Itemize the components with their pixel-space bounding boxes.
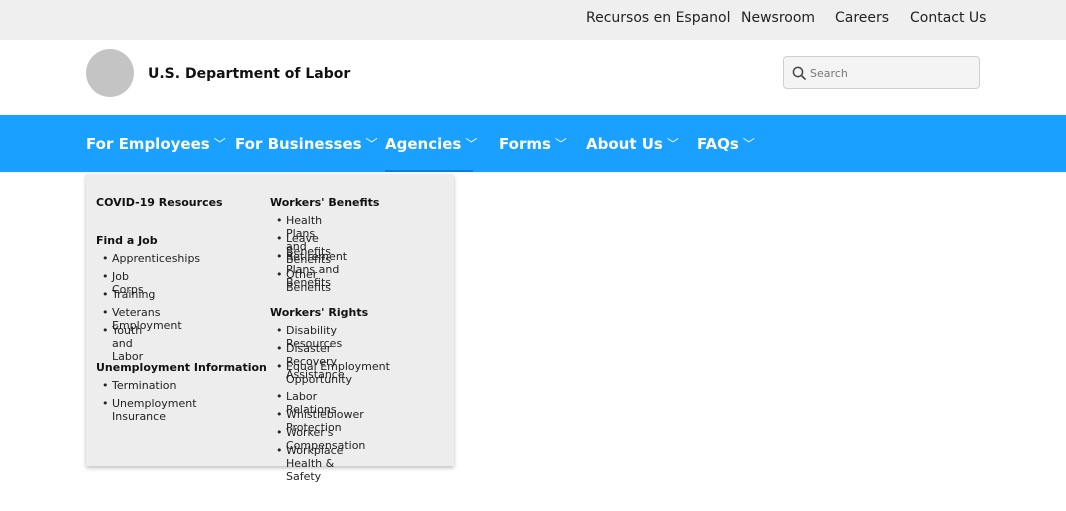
menu-item[interactable]: Other Benefits — [270, 268, 331, 294]
nav-forms[interactable]: Forms ﹀ — [499, 135, 567, 153]
menu-item[interactable]: Training — [96, 288, 155, 301]
search-input[interactable] — [810, 64, 970, 82]
menu-heading-workers-benefits[interactable]: Workers' Benefits — [270, 196, 379, 209]
main-nav: For Employees ﹀ For Businesses ﹀ Agencies ﹀… — [0, 115, 1066, 172]
menu-item[interactable]: Apprenticeships — [96, 252, 200, 265]
menu-heading-find-a-job[interactable]: Find a Job — [96, 234, 158, 247]
menu-item[interactable]: Youth and Labor — [96, 324, 143, 363]
menu-item[interactable]: Equal Employment Opportunity — [270, 360, 404, 386]
utility-link-recursos[interactable]: Recursos en Espanol — [586, 10, 731, 26]
agency-seal-logo[interactable] — [86, 49, 134, 97]
search-box[interactable] — [783, 56, 980, 89]
menu-heading-workers-rights[interactable]: Workers' Rights — [270, 306, 368, 319]
site-header: U.S. Department of Labor — [0, 40, 1066, 115]
chevron-down-icon: ﹀ — [742, 137, 755, 151]
chevron-down-icon: ﹀ — [554, 137, 567, 151]
nav-label: FAQs — [697, 135, 739, 153]
nav-agencies[interactable]: Agencies ﹀ — [385, 135, 477, 153]
site-title[interactable]: U.S. Department of Labor — [148, 66, 350, 82]
nav-for-businesses[interactable]: For Businesses ﹀ — [235, 135, 378, 153]
chevron-down-icon: ﹀ — [213, 137, 226, 151]
utility-link-careers[interactable]: Careers — [835, 10, 889, 26]
menu-item[interactable]: Termination — [96, 379, 177, 392]
nav-label: About Us — [586, 135, 663, 153]
utility-bar: Recursos en Espanol Newsroom Careers Con… — [0, 0, 1066, 40]
menu-heading-covid[interactable]: COVID-19 Resources — [96, 196, 223, 209]
nav-about-us[interactable]: About Us ﹀ — [586, 135, 679, 153]
chevron-down-icon: ﹀ — [666, 137, 679, 151]
nav-label: Agencies — [385, 135, 462, 153]
employees-dropdown-menu: COVID-19 Resources Find a Job Apprentice… — [86, 174, 454, 483]
menu-item[interactable]: Workplace Health & Safety — [270, 444, 343, 483]
active-nav-indicator — [385, 170, 473, 172]
nav-for-employees[interactable]: For Employees ﹀ — [86, 135, 226, 153]
utility-link-newsroom[interactable]: Newsroom — [741, 10, 815, 26]
chevron-down-icon: ﹀ — [465, 137, 478, 151]
utility-link-contact-us[interactable]: Contact Us — [910, 10, 986, 26]
nav-label: For Employees — [86, 135, 210, 153]
search-icon — [792, 66, 806, 80]
chevron-down-icon: ﹀ — [365, 137, 378, 151]
nav-faqs[interactable]: FAQs ﹀ — [697, 135, 755, 153]
nav-label: For Businesses — [235, 135, 362, 153]
nav-label: Forms — [499, 135, 551, 153]
menu-item[interactable]: Unemployment Insurance — [96, 397, 197, 423]
menu-heading-unemployment[interactable]: Unemployment Information — [96, 361, 267, 374]
